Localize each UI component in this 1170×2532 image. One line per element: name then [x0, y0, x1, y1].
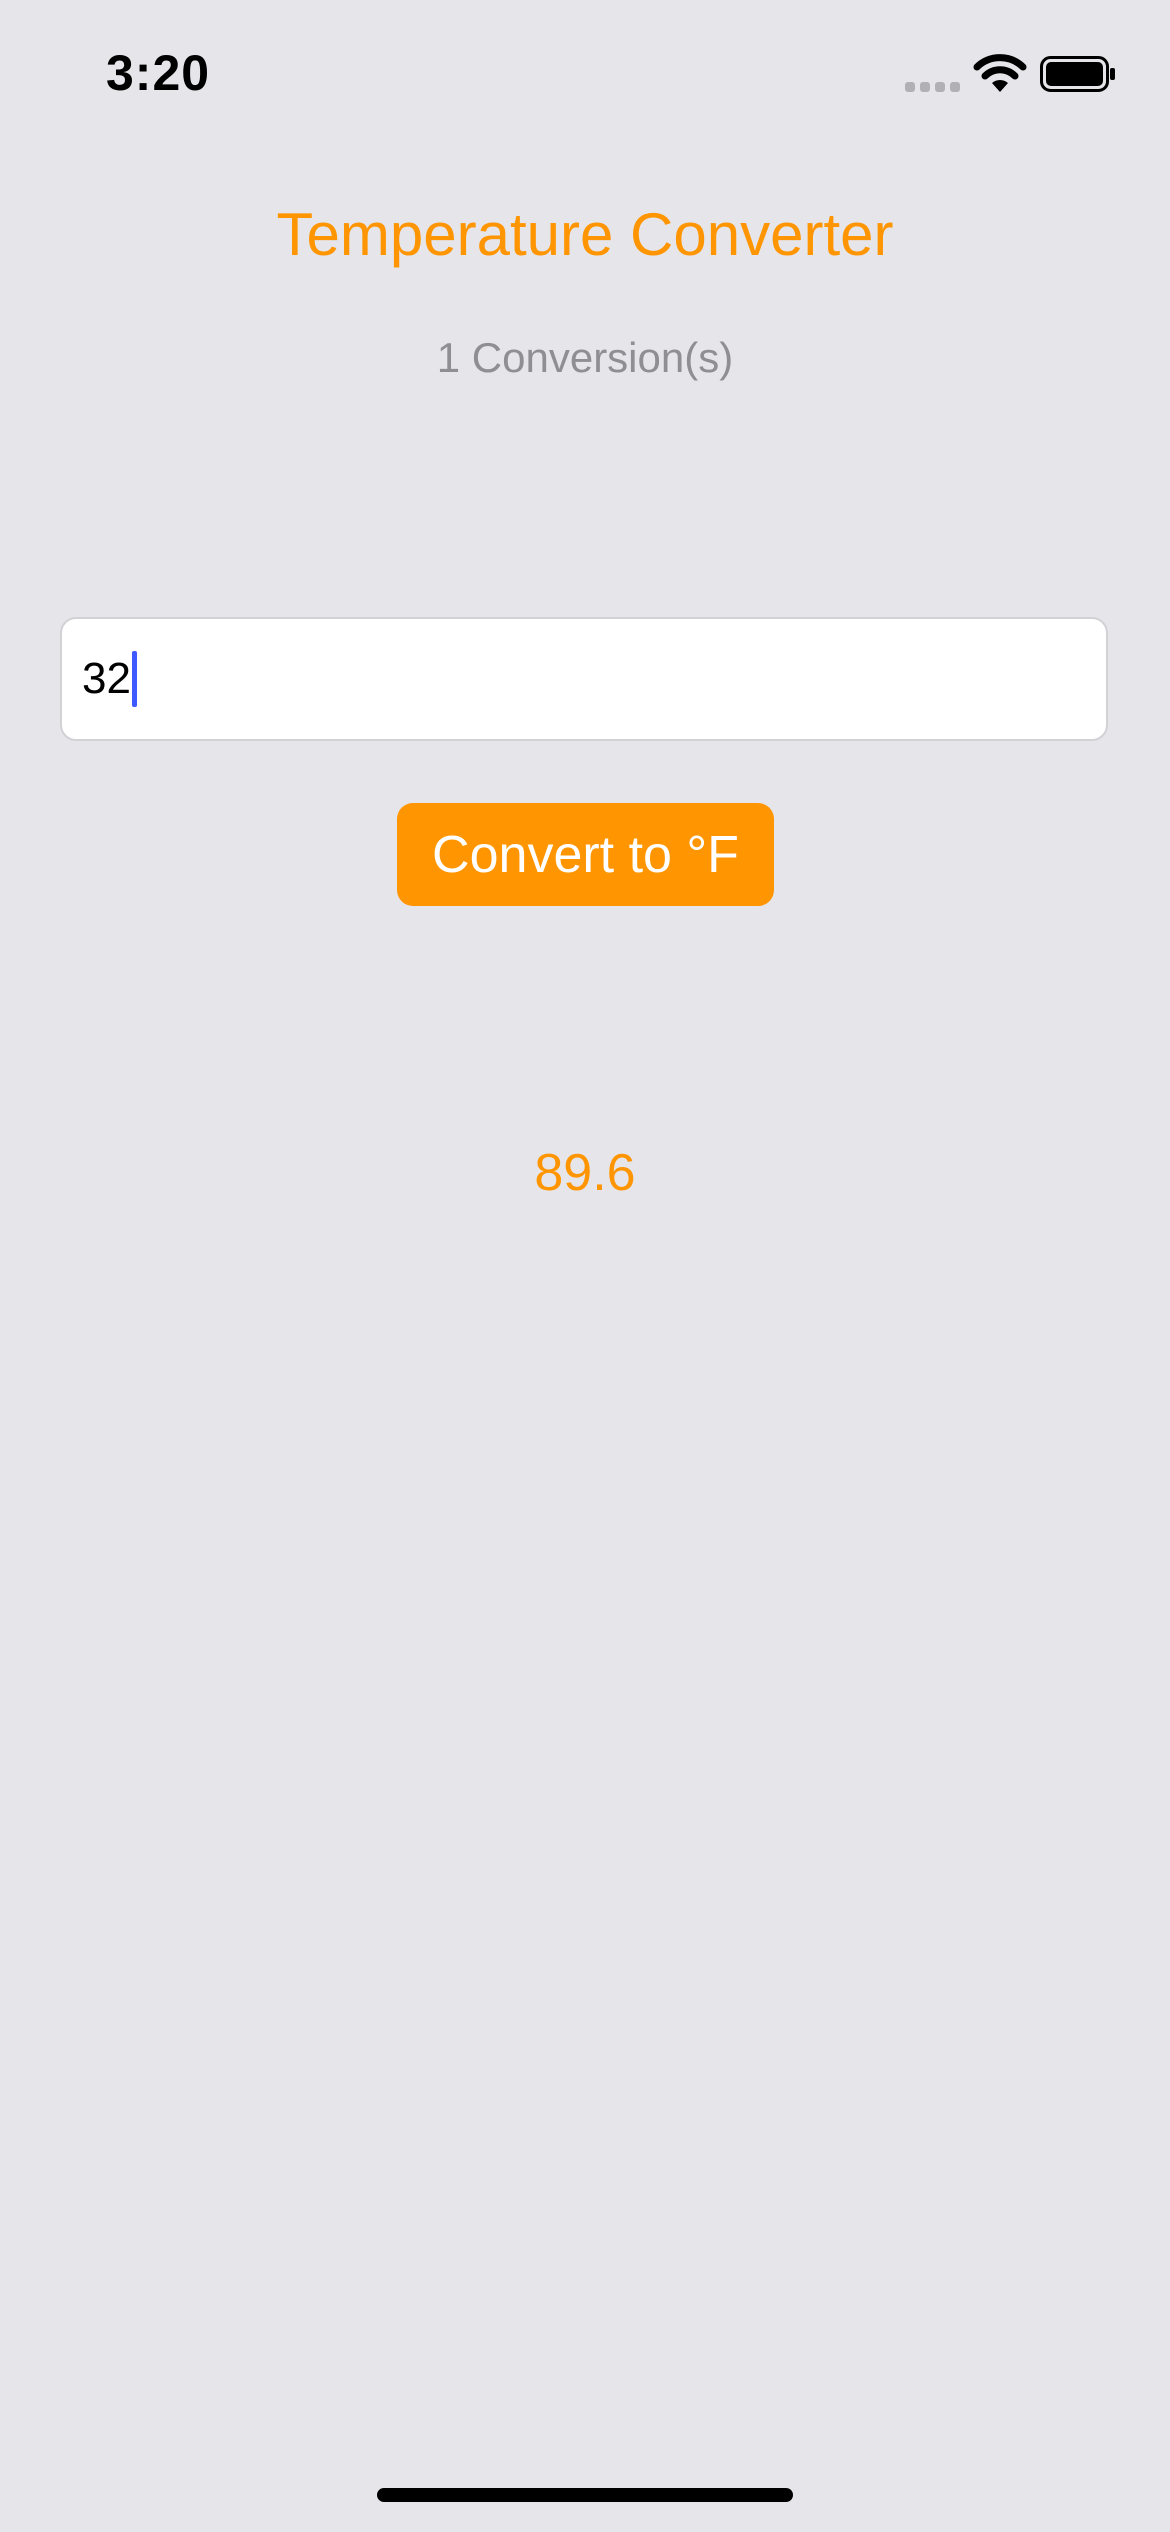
battery-icon [1040, 56, 1115, 92]
conversion-count: 1 Conversion(s) [436, 334, 734, 381]
text-caret [131, 651, 137, 707]
page-title: Temperature Converter [276, 201, 894, 268]
conversion-result: 89.6 [534, 1144, 636, 1202]
signal-icon [905, 82, 960, 92]
wifi-icon [973, 54, 1027, 92]
home-indicator[interactable] [377, 2488, 793, 2502]
convert-button[interactable]: Convert to °F [397, 803, 774, 906]
temperature-input[interactable]: 32 [60, 617, 1108, 741]
status-bar: 3:20 [0, 0, 1170, 150]
status-time: 3:20 [106, 45, 211, 101]
temperature-input-value: 32 [82, 654, 131, 703]
